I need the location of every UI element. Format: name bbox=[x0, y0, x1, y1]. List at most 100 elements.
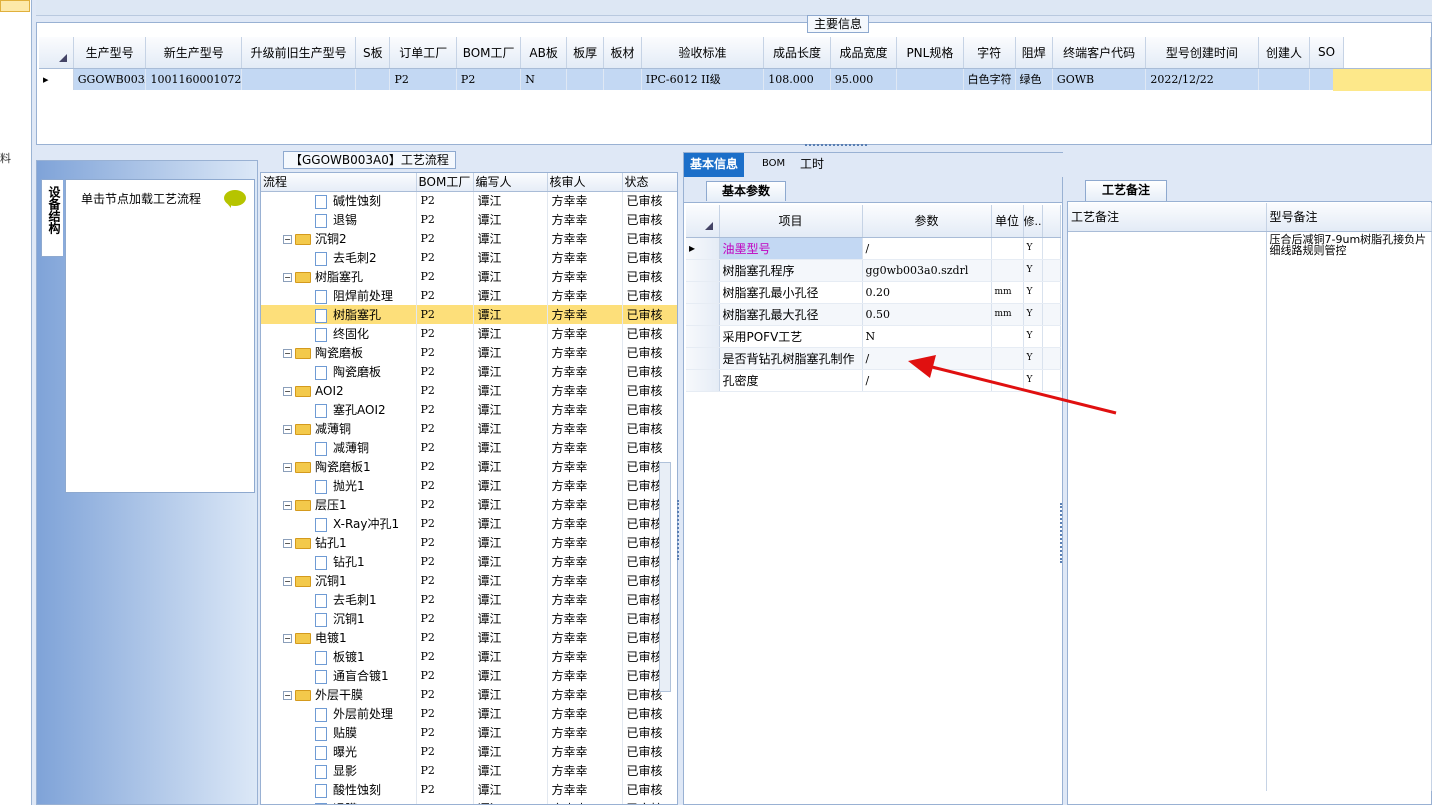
flow-row[interactable]: − 树脂塞孔 P2 谭江 方幸幸 已审核 bbox=[261, 267, 677, 286]
flow-node[interactable]: 酸性蚀刻 bbox=[261, 780, 417, 799]
tab-basic-info[interactable]: 基本信息 bbox=[684, 153, 745, 177]
param-col-item[interactable]: 项目 bbox=[719, 205, 863, 238]
h-splitter-grip[interactable] bbox=[805, 144, 867, 150]
main-col-header[interactable]: 终端客户代码 bbox=[1052, 37, 1147, 69]
flow-node[interactable]: 曝光 bbox=[261, 742, 417, 761]
notes-col-process[interactable]: 工艺备注 bbox=[1068, 203, 1267, 232]
main-col-header[interactable]: 字符 bbox=[963, 37, 1016, 69]
param-row[interactable]: 树脂塞孔最小孔径 0.20 mm Y bbox=[686, 281, 1061, 304]
param-row[interactable]: 采用POFV工艺 N Y bbox=[686, 325, 1061, 348]
flow-node[interactable]: − 陶瓷磨板1 bbox=[261, 457, 417, 476]
flow-node[interactable]: 去毛刺2 bbox=[261, 248, 417, 267]
param-value[interactable]: / bbox=[862, 237, 992, 260]
flow-row[interactable]: 曝光 P2 谭江 方幸幸 已审核 bbox=[261, 742, 677, 761]
flow-row[interactable]: 树脂塞孔 P2 谭江 方幸幸 已审核 bbox=[261, 305, 677, 324]
collapse-icon[interactable]: − bbox=[283, 463, 292, 472]
flow-row[interactable]: 终固化 P2 谭江 方幸幸 已审核 bbox=[261, 324, 677, 343]
param-value[interactable]: 0.50 bbox=[862, 303, 992, 326]
main-cell[interactable]: P2 bbox=[389, 68, 457, 90]
main-col-header[interactable]: PNL规格 bbox=[896, 37, 964, 69]
collapse-icon[interactable]: − bbox=[283, 425, 292, 434]
flow-row[interactable]: 抛光1 P2 谭江 方幸幸 已审核 bbox=[261, 476, 677, 495]
collapse-icon[interactable]: − bbox=[283, 691, 292, 700]
flow-row[interactable]: 退膜P2谭江方幸幸已审核 bbox=[261, 799, 677, 804]
param-value[interactable]: 0.20 bbox=[862, 281, 992, 304]
param-col-modify[interactable]: 修... bbox=[1023, 205, 1043, 238]
flow-row[interactable]: − AOI2 P2 谭江 方幸幸 已审核 bbox=[261, 381, 677, 400]
main-col-header[interactable]: BOM工厂 bbox=[456, 37, 522, 69]
main-cell[interactable]: P2 bbox=[456, 68, 522, 90]
param-col-value[interactable]: 参数 bbox=[862, 205, 992, 238]
row-header[interactable] bbox=[686, 259, 720, 282]
main-col-header[interactable]: 订单工厂 bbox=[389, 37, 457, 69]
flow-node[interactable]: 钻孔1 bbox=[261, 552, 417, 571]
collapse-icon[interactable]: − bbox=[283, 349, 292, 358]
main-col-header[interactable]: S板 bbox=[355, 37, 391, 69]
flow-node[interactable]: 抛光1 bbox=[261, 476, 417, 495]
main-col-header[interactable]: AB板 bbox=[520, 37, 567, 69]
main-col-header[interactable]: 创建人 bbox=[1258, 37, 1311, 69]
flow-node[interactable]: − 层压1 bbox=[261, 495, 417, 514]
flow-node[interactable]: 碱性蚀刻 bbox=[261, 191, 417, 210]
flow-node[interactable]: 显影 bbox=[261, 761, 417, 780]
flow-row[interactable]: 去毛刺2 P2 谭江 方幸幸 已审核 bbox=[261, 248, 677, 267]
flow-node[interactable]: 贴膜 bbox=[261, 723, 417, 742]
row-header[interactable] bbox=[686, 281, 720, 304]
flow-node[interactable]: − 沉铜2 bbox=[261, 229, 417, 248]
flow-row[interactable]: 沉铜1 P2 谭江 方幸幸 已审核 bbox=[261, 609, 677, 628]
main-col-header[interactable]: 板厚 bbox=[566, 37, 605, 69]
flow-row[interactable]: 酸性蚀刻 P2 谭江 方幸幸 已审核 bbox=[261, 780, 677, 799]
flow-row[interactable]: − 钻孔1 P2 谭江 方幸幸 已审核 bbox=[261, 533, 677, 552]
param-row[interactable]: ▸ 油墨型号 / Y bbox=[686, 237, 1061, 260]
main-cell[interactable]: 白色字符 bbox=[963, 68, 1016, 90]
flow-node[interactable]: 通盲合镀1 bbox=[261, 666, 417, 685]
flow-row[interactable]: 陶瓷磨板 P2 谭江 方幸幸 已审核 bbox=[261, 362, 677, 381]
flow-node[interactable]: 退锡 bbox=[261, 210, 417, 229]
main-col-header[interactable]: SO bbox=[1309, 37, 1344, 69]
flow-node[interactable]: − 减薄铜 bbox=[261, 419, 417, 438]
flow-node[interactable]: − 电镀1 bbox=[261, 628, 417, 647]
flow-node[interactable]: 树脂塞孔 bbox=[261, 305, 417, 324]
flow-row[interactable]: 塞孔AOI2 P2 谭江 方幸幸 已审核 bbox=[261, 400, 677, 419]
flow-row[interactable]: 板镀1 P2 谭江 方幸幸 已审核 bbox=[261, 647, 677, 666]
main-cell[interactable]: N bbox=[520, 68, 567, 90]
flow-node[interactable]: − 钻孔1 bbox=[261, 533, 417, 552]
param-value[interactable]: gg0wb003a0.szdrl bbox=[862, 259, 992, 282]
collapse-icon[interactable]: − bbox=[283, 577, 292, 586]
main-cell[interactable]: GGOWB003A0 bbox=[73, 68, 147, 90]
process-remark-cell[interactable] bbox=[1068, 231, 1267, 791]
flow-col-header[interactable]: 编写人 bbox=[473, 173, 548, 192]
flow-node[interactable]: 终固化 bbox=[261, 324, 417, 343]
flow-row[interactable]: 减薄铜 P2 谭江 方幸幸 已审核 bbox=[261, 438, 677, 457]
flow-col-header[interactable]: 流程 bbox=[261, 173, 417, 192]
flow-node[interactable]: − AOI2 bbox=[261, 381, 417, 400]
flow-col-header[interactable]: 核审人 bbox=[547, 173, 623, 192]
main-cell[interactable]: 95.000 bbox=[830, 68, 898, 90]
row-header[interactable] bbox=[686, 325, 720, 348]
param-value[interactable]: N bbox=[862, 325, 992, 348]
param-col-unit[interactable]: 单位 bbox=[991, 205, 1024, 238]
main-cell[interactable]: IPC-6012 II级 bbox=[641, 68, 765, 90]
nav-selected-item[interactable] bbox=[0, 0, 30, 12]
param-row[interactable]: 树脂塞孔最大孔径 0.50 mm Y bbox=[686, 303, 1061, 326]
flow-row[interactable]: 钻孔1 P2 谭江 方幸幸 已审核 bbox=[261, 552, 677, 571]
flow-node[interactable]: 陶瓷磨板 bbox=[261, 362, 417, 381]
flow-row[interactable]: − 陶瓷磨板 P2 谭江 方幸幸 已审核 bbox=[261, 343, 677, 362]
row-header[interactable] bbox=[686, 347, 720, 370]
main-cell[interactable]: 2022/12/22 bbox=[1145, 68, 1259, 90]
main-col-header[interactable]: 成品宽度 bbox=[830, 37, 898, 69]
flow-col-header[interactable]: BOM工厂 bbox=[416, 173, 474, 192]
main-col-header[interactable]: 型号创建时间 bbox=[1145, 37, 1259, 69]
flow-row[interactable]: X-Ray冲孔1 P2 谭江 方幸幸 已审核 bbox=[261, 514, 677, 533]
main-cell[interactable]: 10011600010721 bbox=[145, 68, 242, 90]
main-col-header[interactable]: 板材 bbox=[603, 37, 642, 69]
main-cell[interactable] bbox=[241, 68, 357, 90]
flow-node[interactable]: X-Ray冲孔1 bbox=[261, 514, 417, 533]
detail-splitter-grip[interactable] bbox=[1060, 503, 1065, 563]
tab-equipment-structure[interactable]: 设备结构 bbox=[41, 179, 63, 257]
notes-col-model[interactable]: 型号备注 bbox=[1266, 203, 1432, 232]
collapse-icon[interactable]: − bbox=[283, 235, 292, 244]
flow-row[interactable]: 贴膜 P2 谭江 方幸幸 已审核 bbox=[261, 723, 677, 742]
tab-process-notes[interactable]: 工艺备注 bbox=[1085, 180, 1167, 201]
flow-row[interactable]: 去毛刺1 P2 谭江 方幸幸 已审核 bbox=[261, 590, 677, 609]
